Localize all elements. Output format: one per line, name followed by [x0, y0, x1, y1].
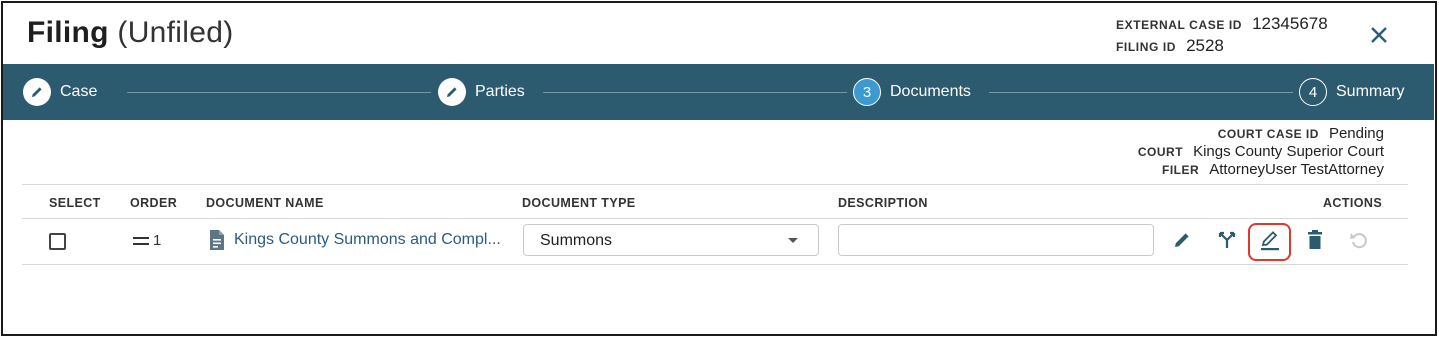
court-label: COURT	[1137, 145, 1184, 159]
step-label: Parties	[475, 83, 525, 100]
divider	[22, 264, 1408, 265]
edit-icon	[1175, 233, 1189, 247]
step-label: Documents	[890, 83, 971, 100]
step-case[interactable]: Case	[23, 78, 97, 106]
filer-value: AttorneyUser TestAttorney	[1209, 161, 1384, 178]
chevron-down-icon	[788, 238, 798, 243]
delete-button[interactable]	[1303, 228, 1327, 252]
close-icon	[1371, 27, 1387, 43]
column-header-document-name: DOCUMENT NAME	[206, 196, 324, 210]
close-button[interactable]	[1366, 20, 1392, 50]
step-connector	[989, 92, 1293, 93]
page-title: Filing (Unfiled)	[27, 16, 234, 50]
step-parties[interactable]: Parties	[438, 78, 525, 106]
court-case-id-label: COURT CASE ID	[1217, 127, 1319, 141]
document-type-select[interactable]: Summons	[523, 224, 819, 256]
title-main: Filing	[27, 16, 109, 49]
column-header-description: DESCRIPTION	[838, 196, 928, 210]
step-documents[interactable]: 3 Documents	[853, 78, 971, 106]
step-connector	[543, 92, 847, 93]
case-meta: COURT CASE ID Pending COURT Kings County…	[1138, 125, 1384, 179]
filer-label: FILER	[1162, 163, 1200, 177]
undo-button[interactable]	[1347, 228, 1371, 252]
progress-stepper: Case Parties 3 Documents 4 Summary	[3, 64, 1434, 120]
step-label: Summary	[1336, 83, 1405, 100]
split-button[interactable]	[1215, 228, 1239, 252]
highlight-box	[1248, 223, 1291, 261]
edit-button[interactable]	[1170, 228, 1194, 252]
step-number: 3	[853, 78, 881, 106]
step-connector	[127, 92, 431, 93]
undo-icon	[1350, 233, 1367, 249]
row-select-checkbox[interactable]	[49, 233, 66, 250]
column-header-document-type: DOCUMENT TYPE	[522, 196, 636, 210]
document-type-value: Summons	[540, 232, 613, 249]
column-header-order: ORDER	[130, 196, 178, 210]
filing-id-value: 2528	[1186, 36, 1224, 55]
pencil-icon	[23, 78, 51, 106]
column-header-select: SELECT	[49, 196, 101, 210]
split-icon	[1218, 231, 1236, 248]
filing-id-label: FILING ID	[1116, 40, 1177, 54]
external-case-id-value: 12345678	[1252, 14, 1328, 33]
step-label: Case	[60, 83, 98, 100]
court-case-id-value: Pending	[1328, 125, 1384, 142]
description-input[interactable]	[838, 224, 1154, 256]
pencil-icon	[438, 78, 466, 106]
filing-ids: EXTERNAL CASE ID 12345678 FILING ID 2528	[1116, 14, 1328, 58]
document-name-cell: Kings County Summons and Compl...	[208, 229, 501, 251]
column-header-actions: ACTIONS	[1323, 196, 1383, 210]
row-order: 1	[133, 232, 161, 249]
order-value: 1	[153, 232, 162, 249]
external-case-id-label: EXTERNAL CASE ID	[1116, 18, 1243, 32]
document-icon	[210, 230, 224, 250]
title-status: (Unfiled)	[117, 16, 234, 49]
drag-handle-icon[interactable]	[133, 236, 149, 245]
document-name-link[interactable]: Kings County Summons and Compl...	[234, 231, 501, 249]
court-value: Kings County Superior Court	[1193, 143, 1384, 160]
divider	[22, 218, 1408, 219]
step-number: 4	[1299, 78, 1327, 106]
delete-icon	[1308, 230, 1322, 249]
divider	[22, 184, 1408, 185]
step-summary[interactable]: 4 Summary	[1299, 78, 1404, 106]
